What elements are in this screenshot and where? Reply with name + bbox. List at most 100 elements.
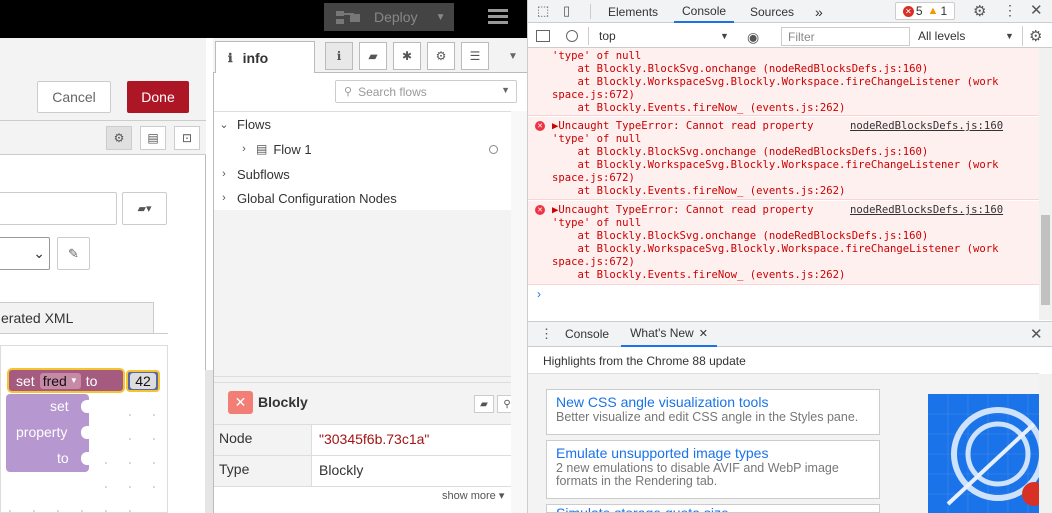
- stack-line[interactable]: at Blockly.BlockSvg.onchange (nodeRedBlo…: [552, 63, 929, 76]
- hamburger-menu-icon[interactable]: [488, 9, 508, 25]
- done-button[interactable]: Done: [127, 81, 189, 113]
- stack-line[interactable]: space.js:672): [552, 89, 635, 102]
- chevron-down-icon[interactable]: ⌄: [218, 118, 230, 131]
- clear-console-icon[interactable]: [566, 30, 578, 42]
- tree-item-subflows[interactable]: › Subflows: [214, 162, 511, 186]
- live-expression-eye-icon[interactable]: ◉: [747, 29, 759, 46]
- description-doc-icon[interactable]: ▤: [140, 126, 166, 150]
- levels-dropdown-icon[interactable]: ▼: [1005, 31, 1014, 41]
- feature-title[interactable]: Simulate storage quota size: [556, 505, 870, 512]
- feature-illustration: [928, 394, 1039, 513]
- stack-line[interactable]: at Blockly.BlockSvg.onchange (nodeRedBlo…: [552, 230, 929, 243]
- cancel-button[interactable]: Cancel: [37, 81, 111, 113]
- feature-card[interactable]: Emulate unsupported image types 2 new em…: [546, 440, 880, 499]
- chevron-right-icon[interactable]: ›: [238, 143, 250, 155]
- stack-line[interactable]: at Blockly.Events.fireNow_ (events.js:26…: [552, 102, 846, 115]
- settings-gear-icon[interactable]: ⚙: [973, 2, 986, 20]
- show-more-link[interactable]: show more ▾: [442, 489, 504, 502]
- tab-info[interactable]: ℹ info: [215, 41, 315, 73]
- more-options-icon[interactable]: ⋮: [1003, 2, 1017, 19]
- error-head[interactable]: ▶Uncaught TypeError: Cannot read propert…: [552, 204, 814, 217]
- node-help-book-icon[interactable]: ▰: [474, 395, 494, 413]
- config-gear-icon[interactable]: ⚙: [427, 42, 455, 70]
- filter-input[interactable]: Filter: [781, 27, 910, 46]
- whats-new-scrollbar[interactable]: [1039, 374, 1052, 513]
- console-error-message[interactable]: ✕ ▶Uncaught TypeError: Cannot read prope…: [528, 117, 1039, 200]
- config-select[interactable]: ⌄: [0, 237, 50, 270]
- source-link[interactable]: nodeRedBlocksDefs.js:160: [850, 120, 1003, 133]
- close-tab-icon[interactable]: ✕: [699, 327, 708, 340]
- context-dropdown-icon[interactable]: ▼: [720, 31, 729, 41]
- tree-item-global-config[interactable]: › Global Configuration Nodes: [214, 186, 511, 210]
- sidebar-dropdown-icon[interactable]: ▼: [503, 42, 523, 70]
- console-scroll-thumb[interactable]: [1041, 215, 1050, 305]
- stack-line[interactable]: at Blockly.Events.fireNow_ (events.js:26…: [552, 185, 846, 198]
- variable-dropdown[interactable]: fred ▼: [39, 372, 81, 389]
- feature-title[interactable]: Emulate unsupported image types: [556, 445, 870, 462]
- search-dropdown-icon[interactable]: ▼: [501, 85, 510, 95]
- inspect-cursor-icon[interactable]: ⬚: [537, 3, 549, 19]
- drawer-tab-console[interactable]: Console: [565, 327, 609, 341]
- help-book-icon[interactable]: ▰: [359, 42, 387, 70]
- properties-gear-icon[interactable]: ⚙: [106, 126, 132, 150]
- chevron-right-icon[interactable]: ›: [218, 192, 230, 204]
- stack-line[interactable]: at Blockly.WorkspaceSvg.Blockly.Workspac…: [552, 76, 999, 89]
- device-toolbar-icon[interactable]: ▯: [563, 3, 570, 19]
- chevron-right-icon[interactable]: ›: [218, 168, 230, 180]
- context-selector[interactable]: top: [599, 29, 731, 43]
- more-tabs-icon[interactable]: »: [815, 0, 823, 23]
- tree-item-flow1[interactable]: › ▤ Flow 1: [214, 137, 511, 161]
- flow-icon: ▤: [256, 142, 268, 156]
- stack-line[interactable]: at Blockly.BlockSvg.onchange (nodeRedBlo…: [552, 146, 929, 159]
- sidebar-scrollbar[interactable]: [511, 111, 527, 513]
- stack-line[interactable]: space.js:672): [552, 256, 635, 269]
- stack-line[interactable]: at Blockly.Events.fireNow_ (events.js:26…: [552, 269, 846, 282]
- sidebar-splitter[interactable]: [214, 376, 511, 383]
- number-block[interactable]: 42: [126, 370, 160, 392]
- tab-elements[interactable]: Elements: [608, 0, 658, 23]
- tab-console[interactable]: Console: [674, 0, 735, 23]
- deploy-button[interactable]: Deploy ▼: [324, 3, 454, 31]
- close-devtools-icon[interactable]: ✕: [1030, 1, 1043, 19]
- tree-item-flows[interactable]: ⌄ Flows: [214, 112, 511, 136]
- tab-sources[interactable]: Sources: [750, 0, 794, 23]
- stack-line[interactable]: at Blockly.WorkspaceSvg.Blockly.Workspac…: [552, 159, 999, 172]
- log-levels-select[interactable]: All levels: [918, 29, 965, 43]
- console-prompt[interactable]: ›: [537, 287, 541, 301]
- edit-pencil-icon[interactable]: ✎: [57, 237, 90, 270]
- variable-name: fred: [42, 372, 67, 389]
- tray-resize-handle[interactable]: [205, 370, 213, 513]
- search-flows-input[interactable]: ⚲ Search flows ▼: [335, 80, 517, 103]
- stack-line[interactable]: at Blockly.WorkspaceSvg.Blockly.Workspac…: [552, 243, 999, 256]
- console-error-message[interactable]: ✕ ▶Uncaught TypeError: Cannot read prope…: [528, 201, 1039, 285]
- set-property-block[interactable]: set property to: [6, 394, 89, 472]
- divider: [590, 4, 591, 19]
- deploy-dropdown-icon[interactable]: ▼: [436, 12, 446, 23]
- console-settings-gear-icon[interactable]: ⚙: [1029, 27, 1042, 45]
- feature-title[interactable]: New CSS angle visualization tools: [556, 394, 870, 411]
- prop-value[interactable]: "30345f6b.73c1a": [319, 431, 429, 447]
- tree-empty-area: [214, 210, 511, 376]
- drawer-tab-whats-new[interactable]: What's New ✕: [621, 321, 717, 347]
- source-link[interactable]: nodeRedBlocksDefs.js:160: [850, 204, 1003, 217]
- generated-xml-tab[interactable]: erated XML: [0, 302, 154, 334]
- issues-badge[interactable]: ✕ 5 ▲ 1: [895, 2, 955, 20]
- stack-line[interactable]: space.js:672): [552, 172, 635, 185]
- sidebar-toggle-icon[interactable]: [536, 30, 550, 42]
- prop-key: Node: [214, 425, 312, 455]
- debug-bug-icon[interactable]: ✱: [393, 42, 421, 70]
- name-input[interactable]: [0, 192, 117, 225]
- context-database-icon[interactable]: ☰: [461, 42, 489, 70]
- set-variable-block[interactable]: set fred ▼ to: [7, 368, 125, 393]
- library-book-dropdown[interactable]: ▰▾: [122, 192, 167, 225]
- close-drawer-icon[interactable]: ✕: [1030, 325, 1043, 343]
- console-error-message[interactable]: 'type' of null at Blockly.BlockSvg.oncha…: [528, 48, 1039, 116]
- appearance-frame-icon[interactable]: ⊡: [174, 126, 200, 150]
- info-tab-icon[interactable]: ℹ: [325, 42, 353, 70]
- error-head[interactable]: ▶Uncaught TypeError: Cannot read propert…: [552, 120, 814, 133]
- number-value[interactable]: 42: [130, 373, 156, 389]
- drawer-menu-icon[interactable]: ⋮: [540, 326, 553, 342]
- feature-card[interactable]: New CSS angle visualization tools Better…: [546, 389, 880, 435]
- warning-count: 1: [940, 4, 948, 18]
- feature-card[interactable]: Simulate storage quota size: [546, 504, 880, 513]
